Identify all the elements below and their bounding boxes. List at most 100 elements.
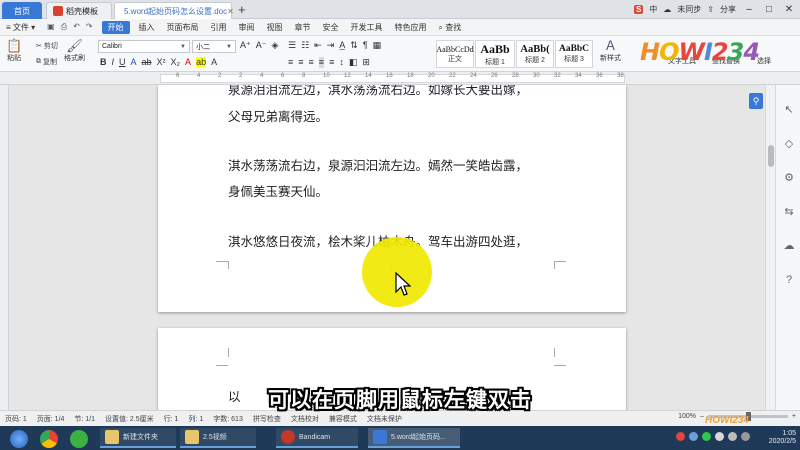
show-marks-icon[interactable]: ¶ [363, 40, 368, 51]
tab-document[interactable]: 5.word起始页码怎么设置.doc ✕ [114, 2, 234, 19]
start-icon[interactable] [10, 430, 28, 448]
status-column[interactable]: 列: 1 [183, 414, 208, 424]
file-menu[interactable]: ≡ 文件 ▾ [0, 22, 41, 33]
superscript-icon[interactable]: X² [157, 57, 166, 67]
bold-icon[interactable]: B [100, 57, 107, 67]
font-color-icon[interactable]: A [185, 57, 191, 67]
360-icon[interactable] [70, 430, 88, 448]
taskbar-folder-new[interactable]: 新建文件夹 [100, 428, 176, 448]
shading-icon[interactable]: ◧ [349, 57, 358, 68]
vertical-ruler[interactable] [0, 85, 9, 410]
align-center-icon[interactable]: ≡ [298, 57, 303, 68]
status-protection[interactable]: 文档未保护 [362, 414, 407, 424]
tray-record-icon[interactable] [676, 432, 685, 441]
decrease-indent-icon[interactable]: ⇤ [314, 40, 322, 51]
zoom-level[interactable]: 100% [678, 413, 696, 420]
scrollbar-thumb[interactable] [768, 145, 774, 167]
print-icon[interactable]: ⎙ [61, 22, 67, 32]
zoom-out-icon[interactable]: – [700, 413, 704, 420]
cut-button[interactable]: ✂ 剪切 [36, 41, 58, 51]
menu-section[interactable]: 章节 [289, 22, 317, 33]
sort-icon[interactable]: ⇅ [350, 40, 358, 51]
copy-button[interactable]: ⧉ 复制 [36, 57, 57, 67]
clear-format-icon[interactable]: ◈ [272, 40, 279, 51]
line-spacing-icon[interactable]: ↕ [339, 57, 344, 68]
italic-icon[interactable]: I [112, 57, 115, 67]
status-row[interactable]: 行: 1 [159, 414, 184, 424]
settings-icon[interactable]: ⚙ [782, 171, 796, 185]
menu-special-apps[interactable]: 特色应用 [389, 22, 433, 33]
sync-status[interactable]: 未同步 [677, 4, 701, 15]
highlight-icon[interactable]: ab [196, 57, 207, 67]
share-panel-icon[interactable]: ⇆ [782, 205, 796, 219]
menu-security[interactable]: 安全 [317, 22, 345, 33]
menu-view[interactable]: 视图 [261, 22, 289, 33]
share-label[interactable]: 分享 [720, 4, 736, 15]
chrome-icon[interactable] [40, 430, 58, 448]
style-heading-2[interactable]: AaBb( 标题 2 [516, 40, 554, 68]
table-icon[interactable]: ▦ [373, 40, 382, 51]
status-section[interactable]: 节: 1/1 [69, 414, 100, 424]
new-tab-button[interactable]: + [238, 2, 246, 18]
status-word-count[interactable]: 字数: 613 [208, 414, 248, 424]
numbered-list-icon[interactable]: ☷ [301, 40, 309, 51]
style-panel-icon[interactable]: ◇ [782, 137, 796, 151]
undo-icon[interactable]: ↶ [73, 22, 80, 32]
subscript-icon[interactable]: X₂ [171, 57, 181, 67]
zoom-in-icon[interactable]: + [792, 413, 796, 420]
menu-search[interactable]: ⌕ 查找 [433, 22, 468, 33]
menu-review[interactable]: 审阅 [233, 22, 261, 33]
menu-start[interactable]: 开始 [101, 20, 130, 34]
menu-developer-tools[interactable]: 开发工具 [345, 22, 389, 33]
minimize-icon[interactable]: – [742, 4, 756, 15]
close-window-icon[interactable]: ✕ [782, 4, 796, 15]
tab-home[interactable]: 首页 [2, 2, 42, 19]
menu-insert[interactable]: 插入 [133, 22, 161, 33]
vertical-scrollbar[interactable] [765, 85, 775, 410]
taskbar-folder-video[interactable]: 2.5视频 [180, 428, 256, 448]
tray-volume-icon[interactable] [728, 432, 737, 441]
help-icon[interactable]: ? [782, 273, 796, 287]
justify-icon[interactable]: ≡ [318, 57, 325, 68]
char-shading-icon[interactable]: A [211, 57, 217, 67]
backup-icon[interactable]: ☁ [782, 239, 796, 253]
increase-indent-icon[interactable]: ⇥ [327, 40, 335, 51]
font-size-select[interactable]: 小二 ▼ [192, 40, 236, 53]
save-icon[interactable]: ▣ [47, 22, 55, 32]
grow-font-icon[interactable]: A⁺ [240, 40, 251, 51]
status-page-number[interactable]: 页码: 1 [0, 414, 32, 424]
tray-wechat-icon[interactable] [702, 432, 711, 441]
taskbar-wps-document[interactable]: 5.word起始页码... [368, 428, 460, 448]
select-button[interactable]: 选择 [757, 56, 771, 66]
style-normal[interactable]: AaBbCcDd 正文 [436, 40, 474, 68]
taskbar-clock[interactable]: 1:05 2020/2/5 [769, 430, 796, 446]
paste-button[interactable]: 📋 粘贴 [6, 39, 22, 63]
tab-docer-templates[interactable]: 稻壳模板 [46, 2, 112, 19]
tray-ime-icon[interactable] [741, 432, 750, 441]
shrink-font-icon[interactable]: A⁻ [256, 40, 267, 51]
maximize-icon[interactable]: □ [762, 4, 776, 15]
font-name-select[interactable]: Calibri ▼ [98, 40, 190, 53]
ime-mode[interactable]: 中 [649, 4, 657, 15]
menu-references[interactable]: 引用 [205, 22, 233, 33]
align-left-icon[interactable]: ≡ [288, 57, 293, 68]
align-right-icon[interactable]: ≡ [309, 57, 314, 68]
status-spell-check[interactable]: 拼写检查 [248, 414, 286, 424]
close-tab-icon[interactable]: ✕ [227, 7, 234, 16]
status-setting-value[interactable]: 设置值: 2.5厘米 [100, 414, 159, 424]
text-color-icon[interactable]: A [131, 57, 137, 67]
format-painter-button[interactable]: 🖌 格式刷 [64, 39, 85, 63]
status-proofread[interactable]: 文档校对 [286, 414, 324, 424]
borders-icon[interactable]: ⊞ [362, 57, 370, 68]
style-heading-1[interactable]: AaBb 标题 1 [475, 40, 515, 68]
sync-icon[interactable]: ☁ [663, 5, 671, 14]
tray-network-icon[interactable] [715, 432, 724, 441]
share-icon[interactable]: ⇪ [707, 5, 714, 14]
style-heading-3[interactable]: AaBbC 标题 3 [555, 40, 593, 68]
menu-page-layout[interactable]: 页面布局 [161, 22, 205, 33]
location-pin-icon[interactable]: ⚲ [749, 93, 763, 109]
underline-icon[interactable]: U [119, 57, 126, 67]
new-style-button[interactable]: Ａ 新样式 [600, 39, 621, 63]
strikethrough-icon[interactable]: ab [142, 57, 152, 67]
distribute-icon[interactable]: ≡ [329, 57, 334, 68]
